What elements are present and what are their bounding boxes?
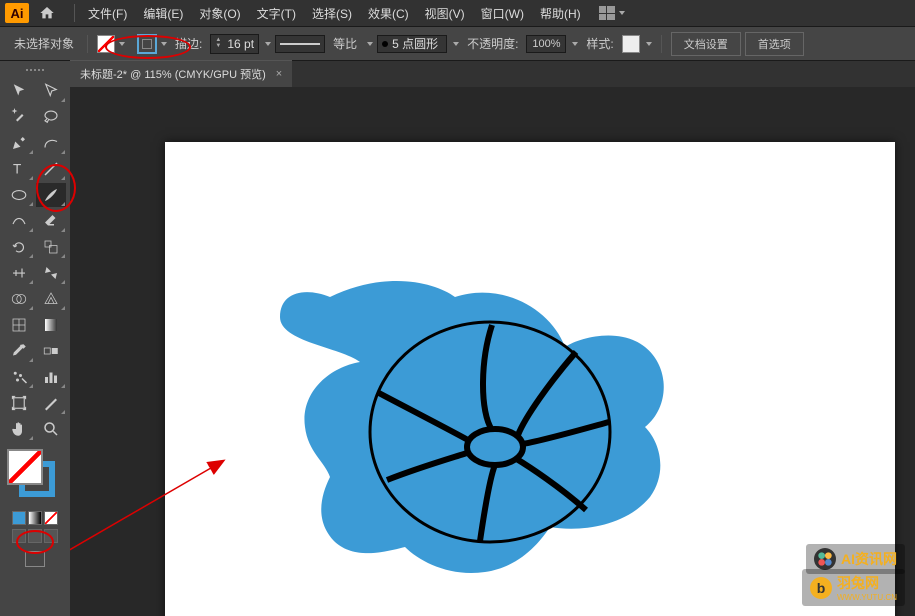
eraser-tool[interactable] bbox=[36, 209, 66, 233]
scale-tool[interactable] bbox=[36, 235, 66, 259]
ellipse-tool[interactable] bbox=[4, 183, 34, 207]
flower-icon bbox=[814, 548, 836, 570]
panel-grip-icon[interactable] bbox=[10, 69, 60, 75]
divider bbox=[74, 4, 75, 22]
menu-select[interactable]: 选择(S) bbox=[304, 1, 360, 26]
slice-tool[interactable] bbox=[36, 391, 66, 415]
style-dropdown-icon[interactable] bbox=[646, 42, 652, 46]
divider bbox=[87, 35, 88, 53]
step-down-icon[interactable]: ▼ bbox=[215, 44, 223, 50]
svg-text:T: T bbox=[13, 162, 21, 177]
symbol-sprayer-tool[interactable] bbox=[4, 365, 34, 389]
gradient-mode-icon[interactable] bbox=[28, 511, 42, 525]
opacity-dropdown-icon[interactable] bbox=[572, 42, 578, 46]
control-bar: 未选择对象 描边: ▲▼ 16 pt 等比 5 点圆形 不透明度: 样式: 文档… bbox=[0, 27, 915, 61]
fill-swatch[interactable] bbox=[97, 35, 115, 53]
document-tab[interactable]: 未标题-2* @ 115% (CMYK/GPU 预览) × bbox=[70, 60, 292, 87]
blend-tool[interactable] bbox=[36, 339, 66, 363]
document-tabs: 未标题-2* @ 115% (CMYK/GPU 预览) × bbox=[70, 61, 915, 87]
menu-type[interactable]: 文字(T) bbox=[249, 1, 304, 26]
menu-object[interactable]: 对象(O) bbox=[191, 1, 248, 26]
home-icon[interactable] bbox=[37, 3, 57, 23]
lasso-tool[interactable] bbox=[36, 105, 66, 129]
tools-panel: T bbox=[0, 61, 70, 616]
ai-logo-icon[interactable]: Ai bbox=[5, 3, 29, 23]
canvas[interactable] bbox=[70, 87, 915, 616]
menu-effect[interactable]: 效果(C) bbox=[360, 1, 417, 26]
direct-selection-tool[interactable] bbox=[36, 79, 66, 103]
stroke-swatch[interactable] bbox=[137, 34, 157, 54]
stroke-weight-dropdown-icon[interactable] bbox=[265, 42, 271, 46]
free-transform-tool[interactable] bbox=[36, 261, 66, 285]
rotate-tool[interactable] bbox=[4, 235, 34, 259]
shape-builder-tool[interactable] bbox=[4, 287, 34, 311]
menu-edit[interactable]: 编辑(E) bbox=[135, 1, 191, 26]
screen-mode-icon[interactable] bbox=[25, 551, 45, 567]
zoom-tool[interactable] bbox=[36, 417, 66, 441]
document-area: 未标题-2* @ 115% (CMYK/GPU 预览) × bbox=[70, 61, 915, 616]
hand-tool[interactable] bbox=[4, 417, 34, 441]
watermark-1-text: AI资讯网 bbox=[841, 549, 897, 569]
stroke-label: 描边: bbox=[175, 35, 202, 52]
fill-stroke-panel[interactable] bbox=[7, 449, 63, 505]
pen-tool[interactable] bbox=[4, 131, 34, 155]
graphic-style-swatch[interactable] bbox=[622, 35, 640, 53]
pencil-tool[interactable] bbox=[4, 209, 34, 233]
mesh-tool[interactable] bbox=[4, 313, 34, 337]
brush-dot-icon bbox=[382, 41, 388, 47]
artboard bbox=[165, 142, 895, 616]
draw-normal-icon[interactable] bbox=[12, 529, 26, 543]
stroke-dropdown-icon[interactable] bbox=[161, 42, 167, 46]
watermark-2-text: 羽兔网 bbox=[837, 573, 897, 593]
gradient-tool[interactable] bbox=[36, 313, 66, 337]
document-setup-button[interactable]: 文档设置 bbox=[671, 32, 741, 56]
fill-color-box[interactable] bbox=[7, 449, 43, 485]
magic-wand-tool[interactable] bbox=[4, 105, 34, 129]
menu-view[interactable]: 视图(V) bbox=[417, 1, 473, 26]
style-label: 样式: bbox=[586, 35, 613, 52]
opacity-input[interactable] bbox=[526, 35, 566, 53]
perspective-grid-tool[interactable] bbox=[36, 287, 66, 311]
menu-window[interactable]: 窗口(W) bbox=[473, 1, 532, 26]
divider bbox=[661, 35, 662, 53]
selection-state-label: 未选择对象 bbox=[14, 35, 74, 52]
preferences-button[interactable]: 首选项 bbox=[745, 32, 804, 56]
eyedropper-tool[interactable] bbox=[4, 339, 34, 363]
rabbit-icon: b bbox=[810, 577, 832, 599]
tab-title: 未标题-2* @ 115% (CMYK/GPU 预览) bbox=[80, 66, 266, 82]
opacity-label: 不透明度: bbox=[467, 35, 518, 52]
watermark-2-url: WWW.YUTU.CN bbox=[837, 593, 897, 602]
curvature-tool[interactable] bbox=[36, 131, 66, 155]
menu-bar: Ai 文件(F) 编辑(E) 对象(O) 文字(T) 选择(S) 效果(C) 视… bbox=[0, 0, 915, 27]
stroke-profile[interactable] bbox=[275, 35, 325, 53]
draw-behind-icon[interactable] bbox=[28, 529, 42, 543]
menu-help[interactable]: 帮助(H) bbox=[532, 1, 589, 26]
line-segment-tool[interactable] bbox=[36, 157, 66, 181]
column-graph-tool[interactable] bbox=[36, 365, 66, 389]
profile-dropdown-icon[interactable] bbox=[367, 42, 373, 46]
width-tool[interactable] bbox=[4, 261, 34, 285]
artboard-tool[interactable] bbox=[4, 391, 34, 415]
color-mode-icon[interactable] bbox=[12, 511, 26, 525]
menu-file[interactable]: 文件(F) bbox=[80, 1, 135, 26]
artwork-illustration bbox=[270, 252, 670, 592]
paintbrush-tool[interactable] bbox=[36, 183, 66, 207]
stroke-weight-input[interactable]: ▲▼ 16 pt bbox=[210, 34, 259, 54]
stroke-weight-value: 16 pt bbox=[227, 37, 254, 51]
none-mode-icon[interactable] bbox=[44, 511, 58, 525]
draw-inside-icon[interactable] bbox=[44, 529, 58, 543]
brush-definition[interactable]: 5 点圆形 bbox=[377, 35, 447, 53]
fill-dropdown-icon[interactable] bbox=[119, 42, 125, 46]
profile-label: 等比 bbox=[333, 35, 357, 52]
watermark-2: b 羽兔网 WWW.YUTU.CN bbox=[802, 569, 905, 606]
brush-dropdown-icon[interactable] bbox=[453, 42, 459, 46]
layout-switcher-icon[interactable] bbox=[599, 6, 625, 20]
type-tool[interactable]: T bbox=[4, 157, 34, 181]
selection-tool[interactable] bbox=[4, 79, 34, 103]
brush-label: 5 点圆形 bbox=[392, 35, 438, 52]
tab-close-icon[interactable]: × bbox=[276, 68, 282, 80]
